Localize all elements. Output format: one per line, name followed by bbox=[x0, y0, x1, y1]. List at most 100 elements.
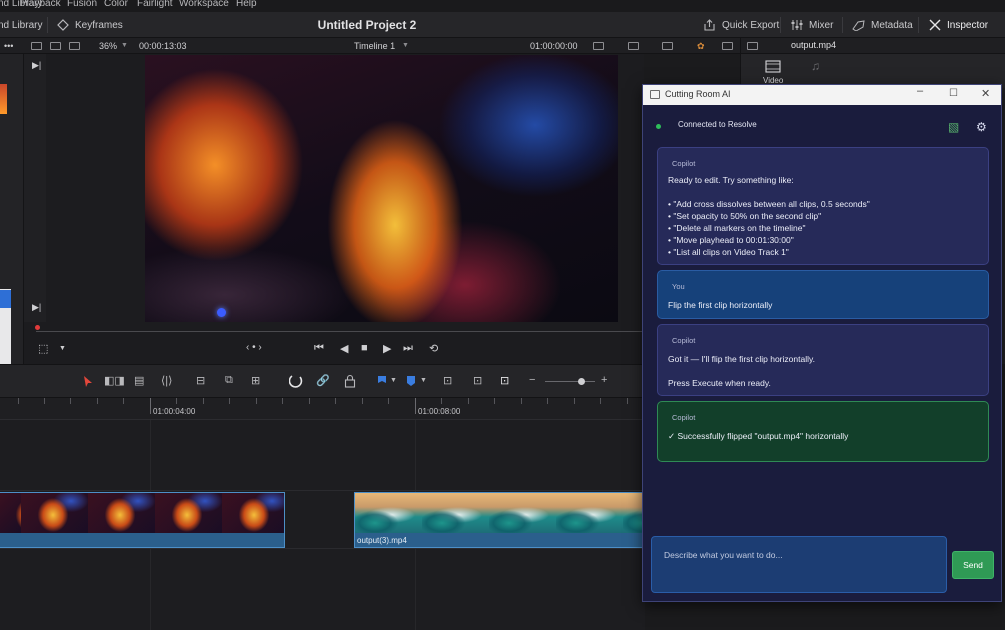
zoom-out-icon[interactable]: − bbox=[529, 374, 535, 386]
clip-frame bbox=[355, 493, 422, 533]
chevron-down-icon[interactable]: ▼ bbox=[402, 38, 409, 54]
mark-out-icon[interactable]: ▶| bbox=[32, 302, 41, 313]
replace-clip-icon[interactable]: ⊞ bbox=[251, 374, 260, 387]
lock-icon[interactable] bbox=[344, 374, 356, 388]
close-icon[interactable]: ✕ bbox=[981, 87, 990, 100]
zoom-slider-handle[interactable] bbox=[578, 378, 585, 385]
viewer: ▶| ▶| ⬚ ▼ ‹ • › ⏮ ◀ ■ ▶ ⏭ ⟲ bbox=[24, 54, 644, 364]
menu-item-color[interactable]: Color bbox=[104, 0, 128, 9]
snapping-icon[interactable] bbox=[289, 374, 303, 388]
more-options-icon[interactable]: ••• bbox=[4, 38, 13, 54]
inspector-button[interactable]: Inspector bbox=[929, 12, 988, 38]
inspector-icon bbox=[929, 19, 941, 31]
media-thumbnail[interactable] bbox=[0, 84, 7, 114]
prompt-input[interactable]: Describe what you want to do... bbox=[651, 536, 947, 593]
chat-message-success: Copilot ✓ Successfully flipped "output.m… bbox=[657, 401, 989, 462]
film-view-icon[interactable] bbox=[50, 42, 61, 50]
keyframes-button[interactable]: Keyframes bbox=[57, 12, 123, 38]
clip-view-icon[interactable] bbox=[31, 42, 42, 50]
mixer-button[interactable]: Mixer bbox=[791, 12, 833, 38]
trim-tool-icon[interactable]: ◧◨ bbox=[104, 374, 125, 387]
chevron-down-icon[interactable]: ▼ bbox=[121, 38, 128, 54]
minimize-icon[interactable]: – bbox=[917, 85, 923, 97]
resolve-app-icon[interactable]: ▧ bbox=[948, 120, 959, 134]
clip-frame bbox=[155, 493, 222, 533]
color-wheel-icon[interactable]: ✿ bbox=[697, 38, 705, 54]
viewer-scrubber[interactable] bbox=[24, 322, 644, 336]
go-to-start-icon[interactable]: ⏮ bbox=[314, 342, 324, 355]
menu-item-fusion[interactable]: Fusion bbox=[67, 0, 97, 9]
playhead[interactable] bbox=[35, 325, 40, 330]
gear-icon[interactable]: ⚙ bbox=[976, 120, 987, 134]
menu-item-fairlight[interactable]: Fairlight bbox=[137, 0, 173, 9]
stop-icon[interactable]: ■ bbox=[361, 342, 368, 354]
timeline-clip[interactable]: output(3).mp4 bbox=[354, 492, 647, 548]
ruler-timecode: 01:00:08:00 bbox=[418, 407, 461, 416]
window-titlebar[interactable]: Cutting Room AI – ☐ ✕ bbox=[643, 85, 1001, 105]
quick-export-button[interactable]: Quick Export bbox=[703, 12, 779, 38]
media-library-label: nd Library bbox=[0, 19, 43, 31]
zoom-full-icon[interactable]: ⊡ bbox=[443, 374, 452, 387]
toolbar-divider bbox=[842, 17, 843, 33]
viewer-mode-icon[interactable] bbox=[593, 42, 604, 50]
media-library-button[interactable]: nd Library bbox=[0, 12, 42, 38]
zoom-slider-track[interactable] bbox=[545, 381, 595, 382]
timeline-clip[interactable] bbox=[0, 492, 285, 548]
ruler-tick bbox=[547, 398, 548, 404]
grid-view-icon[interactable] bbox=[69, 42, 80, 50]
message-sender: Copilot bbox=[672, 336, 696, 345]
metadata-label: Metadata bbox=[871, 19, 913, 31]
dynamic-trim-icon[interactable]: ⟨|⟩ bbox=[161, 374, 172, 387]
maximize-icon[interactable]: ☐ bbox=[949, 88, 958, 99]
safe-area-icon[interactable] bbox=[662, 42, 673, 50]
ruler-tick bbox=[388, 398, 389, 404]
link-icon[interactable]: 🔗 bbox=[316, 374, 330, 387]
message-line: • "Set opacity to 50% on the second clip… bbox=[668, 211, 822, 221]
timeline-ruler[interactable]: 01:00:04:00 01:00:08:00 bbox=[0, 398, 645, 420]
menu-item-playback[interactable]: Playback bbox=[20, 0, 61, 9]
menu-item-help[interactable]: Help bbox=[236, 0, 257, 9]
output-icon[interactable] bbox=[628, 42, 639, 50]
chat-message: Copilot Ready to edit. Try something lik… bbox=[657, 147, 989, 265]
clip-name: output(3).mp4 bbox=[357, 536, 407, 545]
overwrite-clip-icon[interactable]: ⧉ bbox=[225, 374, 233, 387]
media-pool-edge bbox=[0, 54, 24, 409]
message-line: Press Execute when ready. bbox=[668, 378, 771, 388]
loop-icon[interactable]: ⟲ bbox=[429, 342, 438, 355]
play-reverse-icon[interactable]: ◀ bbox=[340, 342, 348, 355]
ruler-major-tick bbox=[415, 398, 416, 414]
zoom-detail-icon[interactable]: ⊡ bbox=[473, 374, 482, 387]
crop-icon[interactable]: ⬚ bbox=[38, 342, 48, 355]
ruler-tick bbox=[123, 398, 124, 404]
window-title: Cutting Room AI bbox=[665, 89, 731, 99]
send-button[interactable]: Send bbox=[952, 551, 994, 579]
selection-tool-icon[interactable] bbox=[83, 375, 93, 388]
insert-clip-icon[interactable]: ⊟ bbox=[196, 374, 205, 387]
marker-icon[interactable] bbox=[406, 375, 416, 387]
go-to-end-icon[interactable]: ⏭ bbox=[403, 342, 413, 355]
zoom-custom-icon[interactable]: ⊡ bbox=[500, 374, 509, 387]
mark-in-icon[interactable]: ▶| bbox=[32, 60, 41, 71]
side-popup-highlight bbox=[0, 290, 11, 308]
play-icon[interactable]: ▶ bbox=[383, 342, 391, 355]
chevron-down-icon[interactable]: ▼ bbox=[59, 345, 66, 352]
inspector-label: Inspector bbox=[947, 19, 989, 31]
metadata-button[interactable]: Metadata bbox=[852, 12, 913, 38]
blade-edit-icon[interactable]: ▤ bbox=[134, 374, 144, 387]
flag-icon[interactable] bbox=[377, 375, 387, 387]
audio-tab-icon[interactable]: ♫ bbox=[811, 59, 820, 73]
chevron-down-icon[interactable]: ▼ bbox=[420, 377, 427, 384]
video-tab-icon[interactable] bbox=[765, 60, 781, 73]
monitor-icon[interactable] bbox=[722, 42, 733, 50]
zoom-in-icon[interactable]: + bbox=[601, 374, 607, 386]
viewer-gutter: ▶| ▶| bbox=[24, 54, 46, 322]
chat-message: Copilot Got it — I'll flip the first cli… bbox=[657, 324, 989, 396]
mixer-label: Mixer bbox=[809, 19, 834, 31]
timeline-name[interactable]: Timeline 1 bbox=[354, 38, 395, 54]
zoom-level[interactable]: 36% bbox=[99, 38, 117, 54]
jog-control[interactable]: ‹ • › bbox=[246, 342, 262, 353]
message-line: Got it — I'll flip the first clip horizo… bbox=[668, 354, 815, 364]
menu-item-workspace[interactable]: Workspace bbox=[179, 0, 229, 9]
clip-thumbnails bbox=[355, 493, 646, 533]
chevron-down-icon[interactable]: ▼ bbox=[390, 377, 397, 384]
